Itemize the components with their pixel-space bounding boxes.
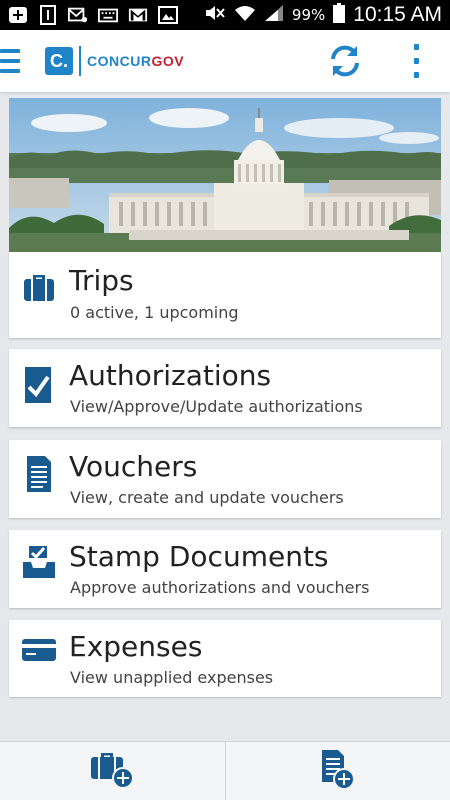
card-title: Vouchers bbox=[69, 450, 198, 483]
logo-text-concur: CONCUR bbox=[87, 53, 152, 69]
card-title: Trips bbox=[69, 264, 134, 297]
briefcase-icon bbox=[21, 268, 57, 304]
card-authorizations[interactable]: Authorizations View/Approve/Update autho… bbox=[9, 349, 441, 427]
card-vouchers[interactable]: Vouchers View, create and update voucher… bbox=[9, 440, 441, 518]
app-logo: C. CONCURGOV bbox=[45, 46, 184, 76]
wifi-icon bbox=[234, 4, 256, 27]
bottom-action-bar bbox=[0, 741, 450, 800]
mute-icon bbox=[204, 4, 226, 27]
card-subtitle: View/Approve/Update authorizations bbox=[70, 397, 363, 416]
card-subtitle: Approve authorizations and vouchers bbox=[70, 578, 370, 597]
clock: 10:15 AM bbox=[353, 3, 442, 26]
sync-icon[interactable] bbox=[326, 42, 364, 80]
add-icon bbox=[8, 6, 28, 24]
sim-1-icon bbox=[38, 5, 58, 25]
capitol-building-image bbox=[9, 98, 441, 252]
keyboard-icon bbox=[98, 6, 118, 24]
app-bar: C. CONCURGOV bbox=[0, 30, 450, 92]
signal-icon bbox=[264, 4, 284, 27]
add-trip-icon bbox=[89, 749, 135, 793]
hero-image bbox=[9, 98, 441, 252]
logo-text-gov: GOV bbox=[151, 53, 185, 69]
add-voucher-button[interactable] bbox=[224, 742, 450, 800]
document-icon bbox=[21, 454, 57, 492]
logo-separator bbox=[79, 46, 81, 76]
logo-mark: C. bbox=[45, 47, 73, 75]
card-subtitle: View, create and update vouchers bbox=[70, 488, 344, 507]
battery-icon bbox=[333, 2, 346, 28]
card-subtitle: View unapplied expenses bbox=[70, 668, 274, 687]
card-trips[interactable]: Trips 0 active, 1 upcoming bbox=[9, 252, 441, 338]
card-title: Authorizations bbox=[69, 359, 272, 392]
card-subtitle: 0 active, 1 upcoming bbox=[70, 303, 239, 322]
checkmark-document-icon bbox=[21, 365, 57, 403]
add-voucher-icon bbox=[318, 748, 358, 794]
image-icon bbox=[158, 6, 178, 24]
card-title: Expenses bbox=[69, 630, 203, 663]
more-vertical-icon[interactable] bbox=[406, 44, 426, 78]
status-bar: 99% 10:15 AM bbox=[0, 0, 450, 30]
email-icon bbox=[68, 6, 88, 24]
card-title: Stamp Documents bbox=[69, 540, 329, 573]
card-expenses[interactable]: Expenses View unapplied expenses bbox=[9, 620, 441, 697]
credit-card-icon bbox=[21, 632, 57, 668]
card-stamp-documents[interactable]: Stamp Documents Approve authorizations a… bbox=[9, 530, 441, 608]
logo-text: CONCURGOV bbox=[87, 53, 184, 69]
stamp-inbox-icon bbox=[21, 544, 57, 580]
battery-percent: 99% bbox=[291, 6, 326, 24]
menu-icon[interactable] bbox=[0, 41, 30, 81]
gmail-icon bbox=[128, 6, 148, 24]
add-trip-button[interactable] bbox=[0, 742, 225, 800]
